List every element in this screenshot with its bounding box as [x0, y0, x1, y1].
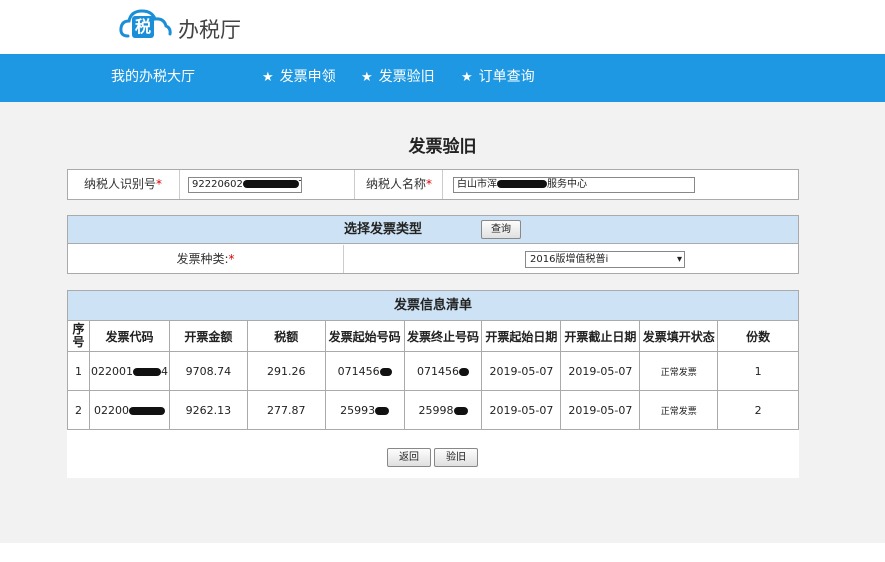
column-header-amount: 开票金额: [168, 320, 248, 352]
cell-end-no: 071456: [403, 351, 483, 391]
logo-glyph: 税: [132, 16, 155, 38]
taxpayer-name-value-suffix: 服务中心: [547, 179, 587, 190]
redaction: [453, 406, 468, 415]
divider: [343, 245, 344, 273]
table-header-row: 序号 发票代码 开票金额 税额 发票起始号码 发票终止号码 开票起始日期 开票截…: [67, 320, 799, 352]
divider: [179, 170, 180, 199]
required-mark: *: [228, 252, 235, 266]
logo[interactable]: 税 办税厅: [118, 6, 241, 46]
divider: [354, 170, 355, 199]
nav-item-my-hall[interactable]: 我的办税大厅: [111, 54, 195, 102]
nav-item-invoice-verify[interactable]: ★ 发票验旧: [361, 54, 435, 102]
table-row[interactable]: 2 02200 9262.13 277.87 25993 25998 2019-…: [67, 390, 799, 430]
taxpayer-info-panel: 纳税人识别号* 92220602TX 纳税人名称* 白山市浑服务中心: [67, 169, 799, 200]
column-header-code: 发票代码: [88, 320, 170, 352]
redaction: [128, 406, 165, 415]
code-value-suffix: 4: [160, 364, 168, 378]
cloud-icon: 税: [118, 6, 174, 46]
cell-code: 02200: [88, 390, 170, 430]
cell-start-date: 2019-05-07: [481, 390, 562, 430]
star-icon: ★: [262, 70, 274, 85]
query-button[interactable]: 查询: [481, 220, 521, 239]
nav-item-order-query[interactable]: ★ 订单查询: [461, 54, 535, 102]
cell-count: 2: [717, 390, 799, 430]
taxpayer-name-value: 白山市浑: [457, 179, 497, 190]
invoice-kind-selected: 2016版增值税普i: [530, 254, 609, 265]
cell-status: 正常发票: [639, 390, 719, 430]
taxpayer-id-field[interactable]: 92220602 TX: [188, 177, 302, 193]
nav-item-label: 发票申领: [279, 69, 336, 85]
page-title: 发票验旧: [408, 137, 477, 157]
main-nav: 我的办税大厅 ★ 发票申领 ★ 发票验旧 ★ 订单查询: [0, 54, 885, 102]
taxpayer-name-field[interactable]: 白山市浑 服务中心: [453, 177, 695, 193]
invoice-kind-label-text: 发票种类:: [176, 252, 229, 266]
invoice-type-title: 选择发票类型: [344, 222, 423, 237]
column-header-start-date: 开票起始日期: [481, 320, 562, 352]
nav-item-invoice-apply[interactable]: ★ 发票申领: [262, 54, 336, 102]
code-value: 022001: [90, 364, 133, 378]
invoice-list-title: 发票信息清单: [67, 290, 799, 320]
cell-start-no: 25993: [324, 390, 405, 430]
invoice-kind-label: 发票种类:*: [68, 245, 343, 273]
cell-tax: 291.26: [246, 351, 326, 391]
column-header-start-no: 发票起始号码: [324, 320, 405, 352]
redaction: [242, 180, 299, 188]
nav-item-label: 订单查询: [478, 69, 535, 85]
end-no-value: 25998: [418, 403, 454, 417]
invoice-table: 发票信息清单 序号 发票代码 开票金额 税额 发票起始号码 发票终止号码 开票起…: [67, 290, 799, 430]
invoice-type-panel: 选择发票类型 查询 发票种类:* 2016版增值税普i ▾: [67, 215, 799, 274]
redaction: [497, 180, 547, 188]
column-header-status: 发票填开状态: [639, 320, 719, 352]
star-icon: ★: [461, 70, 473, 85]
divider: [442, 170, 443, 199]
redaction: [379, 367, 392, 376]
verify-button[interactable]: 验旧: [434, 448, 478, 467]
cell-status: 正常发票: [639, 351, 719, 391]
column-header-tax: 税额: [246, 320, 326, 352]
taxpayer-id-label-text: 纳税人识别号: [84, 177, 157, 191]
required-mark: *: [156, 177, 163, 191]
column-header-end-date: 开票截止日期: [560, 320, 641, 352]
taxpayer-id-value: 92220602: [192, 179, 243, 190]
redaction: [132, 367, 161, 376]
cell-code: 022001 4: [88, 351, 170, 391]
taxpayer-name-label-text: 纳税人名称: [366, 177, 427, 191]
cell-index: 2: [67, 390, 90, 430]
start-no-value: 071456: [337, 364, 380, 378]
taxpayer-name-label: 纳税人名称*: [366, 170, 432, 199]
redaction: [375, 406, 390, 415]
cell-amount: 9708.74: [168, 351, 248, 391]
cell-tax: 277.87: [246, 390, 326, 430]
end-no-value: 071456: [417, 364, 460, 378]
invoice-list-panel: 发票信息清单 序号 发票代码 开票金额 税额 发票起始号码 发票终止号码 开票起…: [67, 290, 799, 478]
header: 税 办税厅: [0, 0, 885, 54]
back-button[interactable]: 返回: [387, 448, 431, 467]
invoice-type-header: 选择发票类型 查询: [68, 216, 798, 244]
column-header-end-no: 发票终止号码: [403, 320, 483, 352]
star-icon: ★: [361, 70, 373, 85]
nav-item-label: 发票验旧: [378, 69, 435, 85]
table-row[interactable]: 1 022001 4 9708.74 291.26 071456 071456 2…: [67, 351, 799, 391]
cell-index: 1: [67, 351, 90, 391]
cell-end-date: 2019-05-07: [560, 390, 641, 430]
code-value: 02200: [93, 403, 129, 417]
invoice-kind-select[interactable]: 2016版增值税普i ▾: [525, 251, 685, 268]
cell-end-no: 25998: [403, 390, 483, 430]
start-no-value: 25993: [340, 403, 376, 417]
redaction: [459, 367, 470, 376]
required-mark: *: [426, 177, 433, 191]
column-header-index: 序号: [67, 320, 90, 352]
taxpayer-id-value-suffix: TX: [299, 179, 301, 190]
cell-count: 1: [717, 351, 799, 391]
cell-start-no: 071456: [324, 351, 405, 391]
nav-item-label: 我的办税大厅: [111, 69, 195, 85]
column-header-count: 份数: [717, 320, 799, 352]
cell-start-date: 2019-05-07: [481, 351, 562, 391]
taxpayer-id-label: 纳税人识别号*: [84, 170, 162, 199]
cell-end-date: 2019-05-07: [560, 351, 641, 391]
cell-amount: 9262.13: [168, 390, 248, 430]
site-title: 办税厅: [178, 18, 241, 42]
chevron-down-icon: ▾: [676, 254, 682, 265]
